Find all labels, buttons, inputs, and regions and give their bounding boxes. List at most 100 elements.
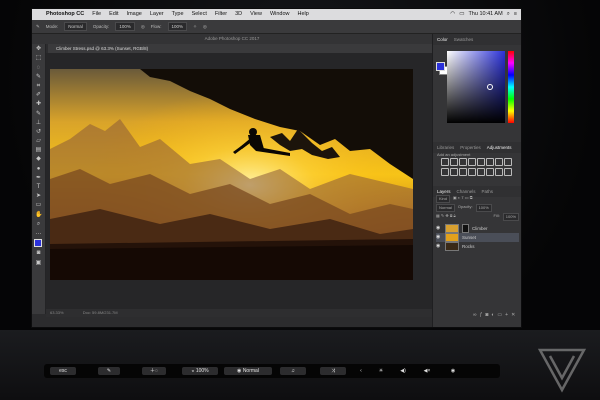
- brightness-contrast-icon[interactable]: [441, 158, 449, 166]
- screen-mode-icon[interactable]: ▣: [35, 260, 42, 267]
- zoom-tool-icon[interactable]: ⌕: [35, 221, 42, 228]
- clone-stamp-tool-icon[interactable]: ⊥: [35, 120, 42, 127]
- document-tab[interactable]: Climber Stress.psd @ 63.3% (Sunset, RGB/…: [48, 44, 432, 53]
- layer-row-climber[interactable]: ◉ Climber: [436, 224, 519, 233]
- levels-icon[interactable]: [450, 158, 458, 166]
- color-balance-icon[interactable]: [495, 158, 503, 166]
- search-icon[interactable]: ⌕: [507, 9, 510, 20]
- flow-field[interactable]: 100%: [167, 22, 188, 31]
- menubar-clock[interactable]: Thu 10:41 AM: [468, 9, 502, 20]
- menu-file[interactable]: File: [88, 9, 105, 20]
- touchbar-mute-icon[interactable]: ◀×: [420, 367, 434, 375]
- gradient-tool-icon[interactable]: ▤: [35, 147, 42, 154]
- eyedropper-tool-icon[interactable]: ✐: [35, 92, 42, 99]
- visibility-eye-icon[interactable]: ◉: [436, 242, 442, 251]
- color-picker-cursor[interactable]: [487, 84, 493, 90]
- menu-filter[interactable]: Filter: [211, 9, 231, 20]
- menu-image[interactable]: Image: [123, 9, 146, 20]
- new-group-icon[interactable]: ▭: [497, 312, 505, 318]
- shape-tool-icon[interactable]: ▭: [35, 202, 42, 209]
- tab-channels[interactable]: Channels: [457, 188, 476, 195]
- color-lookup-icon[interactable]: [459, 168, 467, 176]
- touchbar-music-icon[interactable]: ♫: [280, 367, 306, 375]
- lasso-tool-icon[interactable]: ◌: [35, 65, 42, 72]
- lock-icons[interactable]: ▦ ✎ ✥ ⧈ 🔒︎: [436, 213, 456, 221]
- blend-mode-select[interactable]: Normal: [436, 204, 455, 212]
- channel-mixer-icon[interactable]: [450, 168, 458, 176]
- touchbar-brightness-icon[interactable]: ☀: [374, 367, 388, 375]
- touchbar-volume-icon[interactable]: ◀): [396, 367, 410, 375]
- gradient-map-icon[interactable]: [495, 168, 503, 176]
- tab-paths[interactable]: Paths: [482, 188, 494, 195]
- link-layers-icon[interactable]: ∞: [473, 312, 480, 318]
- more-tools-icon[interactable]: …: [35, 230, 42, 237]
- photo-filter-icon[interactable]: [441, 168, 449, 176]
- filter-icons[interactable]: ▣ ◐ T ▭ ⧉: [453, 195, 473, 203]
- menu-list-icon[interactable]: ≡: [514, 9, 517, 20]
- menu-type[interactable]: Type: [168, 9, 188, 20]
- menu-3d[interactable]: 3D: [231, 9, 246, 20]
- quick-select-tool-icon[interactable]: ✎: [35, 74, 42, 81]
- menu-layer[interactable]: Layer: [146, 9, 168, 20]
- document-image[interactable]: [50, 69, 413, 280]
- selective-color-icon[interactable]: [504, 168, 512, 176]
- touchbar-esc-key[interactable]: esc: [50, 367, 76, 375]
- mode-select[interactable]: Normal: [64, 22, 87, 31]
- tab-swatches[interactable]: Swatches: [454, 36, 474, 43]
- touchbar-collapse-icon[interactable]: ‹: [356, 367, 366, 375]
- menu-app-name[interactable]: Photoshop CC: [42, 9, 88, 20]
- eraser-tool-icon[interactable]: ▱: [35, 138, 42, 145]
- brush-preset-icon[interactable]: ✎: [36, 24, 40, 30]
- visibility-eye-icon[interactable]: ◉: [436, 224, 442, 233]
- visibility-eye-icon[interactable]: ◉: [436, 233, 442, 242]
- layer-row-sunset[interactable]: ◉ Sunset: [436, 233, 519, 242]
- zoom-level[interactable]: 63.33%: [50, 310, 64, 315]
- hue-saturation-icon[interactable]: [486, 158, 494, 166]
- pressure-size-icon[interactable]: ◎: [203, 24, 207, 30]
- type-tool-icon[interactable]: T: [35, 184, 42, 191]
- tab-color[interactable]: Color: [437, 36, 448, 43]
- foreground-color-swatch[interactable]: [436, 62, 445, 71]
- doc-size[interactable]: Doc: 59.8M/231.7M: [83, 310, 118, 315]
- touchbar-brush-icon[interactable]: ✎: [98, 367, 120, 375]
- layer-opacity-field[interactable]: 100%: [475, 204, 492, 212]
- battery-icon[interactable]: ▭: [459, 9, 464, 20]
- tab-libraries[interactable]: Libraries: [437, 144, 454, 151]
- menu-view[interactable]: View: [246, 9, 266, 20]
- layer-fill-field[interactable]: 100%: [502, 213, 519, 221]
- dodge-tool-icon[interactable]: ●: [35, 166, 42, 173]
- touchbar-opacity-button[interactable]: ◒ 100%: [182, 367, 218, 375]
- canvas-area[interactable]: [46, 53, 432, 309]
- posterize-icon[interactable]: [477, 168, 485, 176]
- tab-layers[interactable]: Layers: [437, 188, 451, 195]
- layer-row-rocks[interactable]: ◉ Rocks: [436, 242, 519, 251]
- threshold-icon[interactable]: [486, 168, 494, 176]
- color-picker-field[interactable]: [447, 51, 505, 123]
- pen-tool-icon[interactable]: ✒: [35, 175, 42, 182]
- history-brush-tool-icon[interactable]: ↺: [35, 129, 42, 136]
- invert-icon[interactable]: [468, 168, 476, 176]
- color-swatches-icon[interactable]: [34, 239, 45, 251]
- quick-mask-icon[interactable]: ◙: [35, 250, 42, 257]
- touchbar-siri-icon[interactable]: ◉: [446, 367, 460, 375]
- delete-layer-icon[interactable]: ✕: [511, 312, 518, 318]
- marquee-tool-icon[interactable]: ⬚: [35, 55, 42, 62]
- menu-select[interactable]: Select: [188, 9, 211, 20]
- move-tool-icon[interactable]: ✥: [35, 46, 42, 53]
- curves-icon[interactable]: [459, 158, 467, 166]
- menu-window[interactable]: Window: [266, 9, 294, 20]
- menu-edit[interactable]: Edit: [105, 9, 122, 20]
- airbrush-icon[interactable]: ✧: [193, 24, 197, 30]
- tab-adjustments[interactable]: Adjustments: [487, 144, 512, 151]
- pressure-opacity-icon[interactable]: ◎: [141, 24, 145, 30]
- touchbar-shuffle-icon[interactable]: ⤨: [320, 367, 346, 375]
- touchbar-blend-button[interactable]: ◉ Normal: [224, 367, 272, 375]
- touchbar-add-icon[interactable]: ＋◌: [142, 367, 166, 375]
- hue-slider[interactable]: [508, 51, 514, 123]
- healing-brush-tool-icon[interactable]: ✚: [35, 101, 42, 108]
- path-selection-tool-icon[interactable]: ➤: [35, 193, 42, 200]
- black-white-icon[interactable]: [504, 158, 512, 166]
- hand-tool-icon[interactable]: ✋: [35, 212, 42, 219]
- menu-help[interactable]: Help: [294, 9, 313, 20]
- crop-tool-icon[interactable]: ⌗: [35, 83, 42, 90]
